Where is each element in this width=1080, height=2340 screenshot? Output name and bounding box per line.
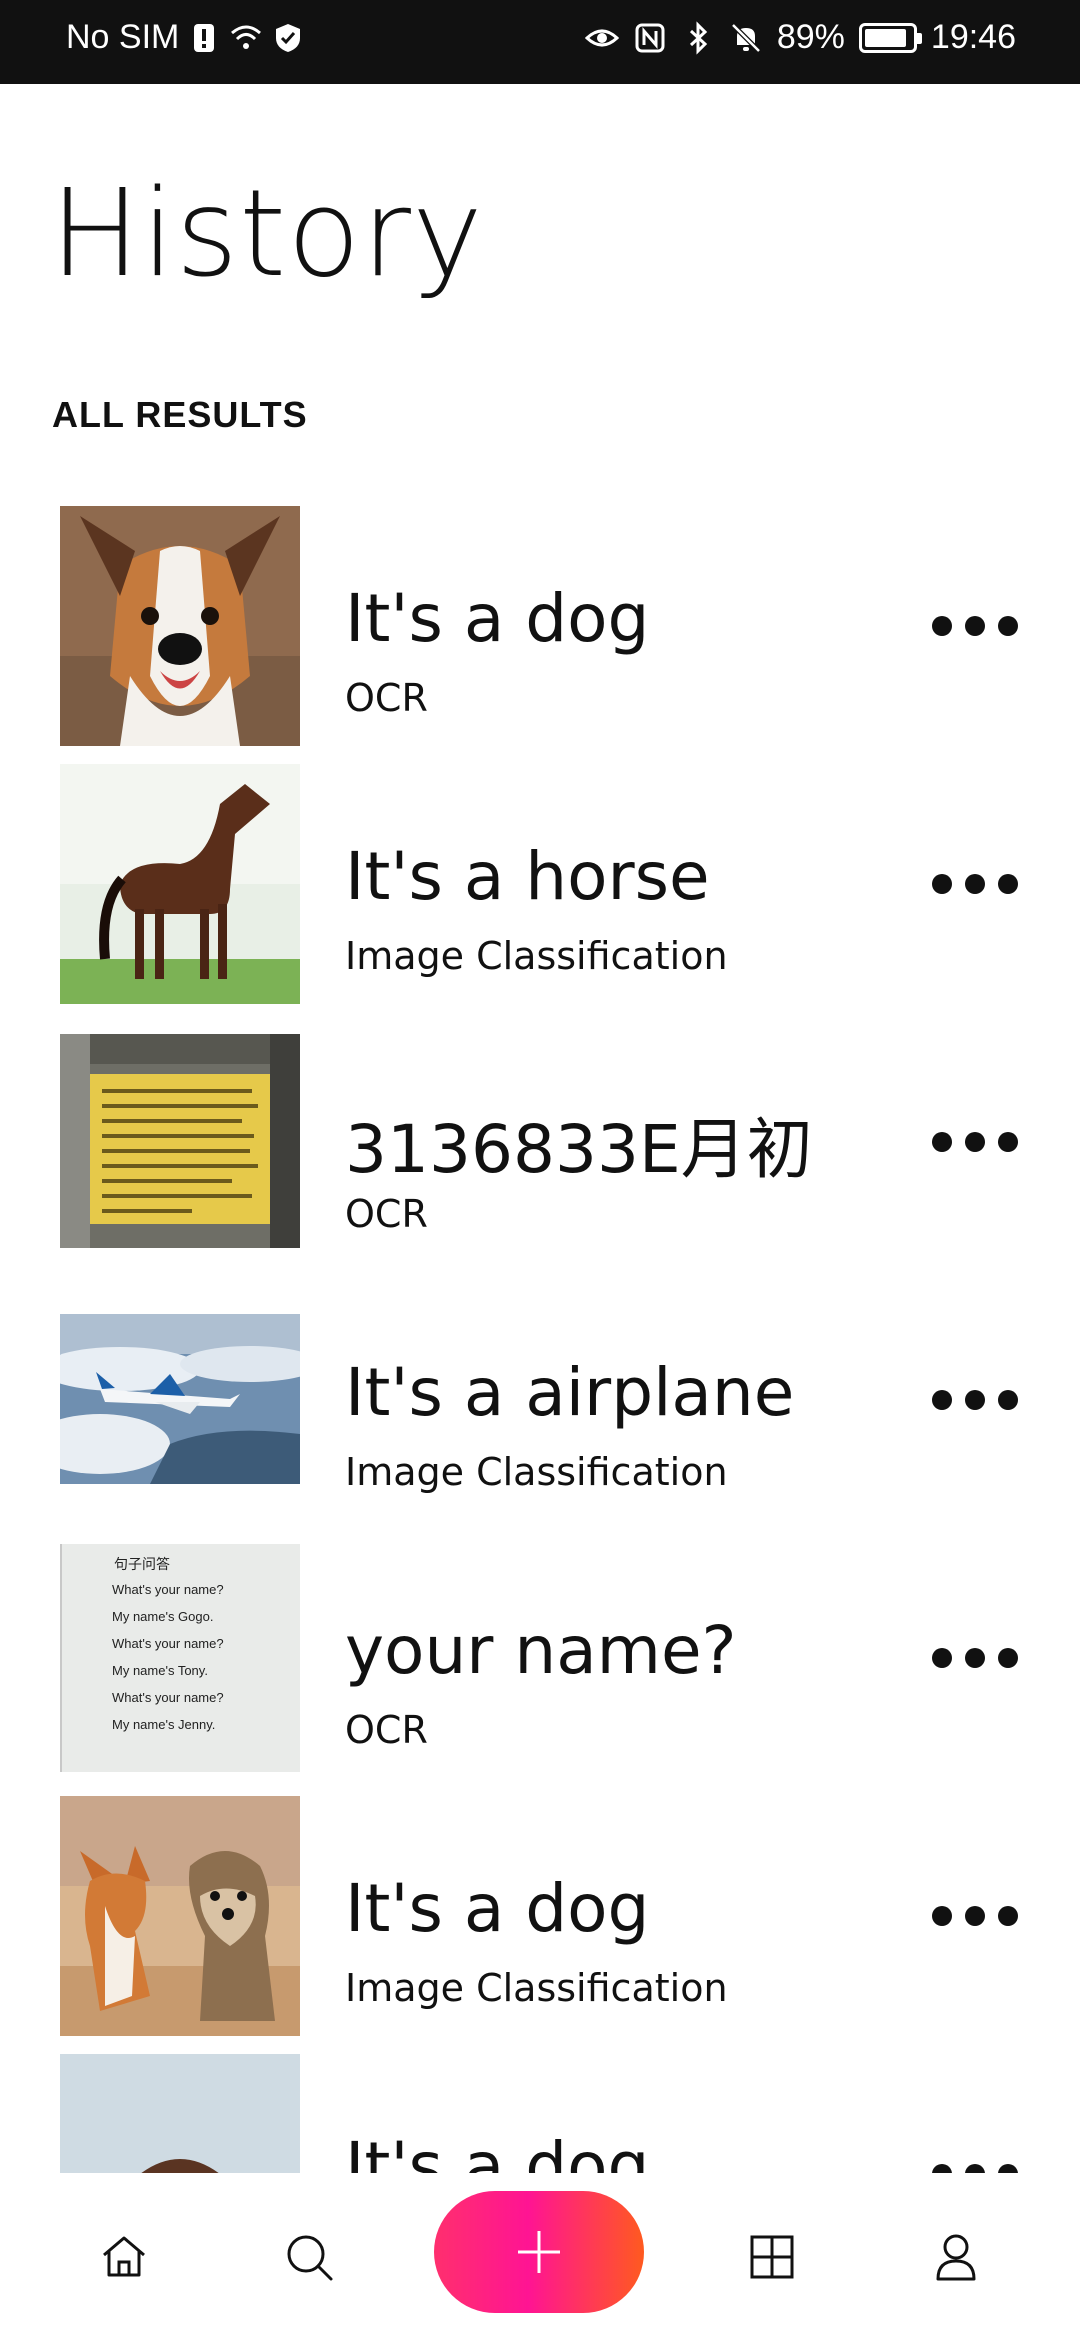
result-item[interactable]: It's a dog OCR — [0, 500, 1080, 758]
dot — [998, 1906, 1018, 1926]
battery-percent: 89% — [776, 18, 845, 56]
add-icon — [518, 2231, 560, 2273]
result-item[interactable]: It's a airplane Image Classification — [0, 1274, 1080, 1532]
page-title: History — [50, 165, 484, 304]
result-item[interactable]: It's a dog — [0, 2048, 1080, 2173]
result-item[interactable]: 3136833E月初 OCR — [0, 1016, 1080, 1274]
thumb-text-line: 句子问答 — [114, 1556, 170, 1572]
dot — [932, 1906, 952, 1926]
result-title: It's a dog — [345, 2128, 650, 2173]
shield-icon — [271, 21, 305, 55]
result-thumbnail — [60, 1796, 300, 2036]
result-title: It's a airplane — [345, 1354, 795, 1431]
more-options-button[interactable] — [932, 1122, 1018, 1162]
results-list[interactable]: It's a dog OCR It's a horse Image Classi… — [0, 500, 1080, 2173]
nav-grid[interactable] — [736, 2221, 808, 2293]
home-icon — [103, 2236, 145, 2277]
dot — [965, 1648, 985, 1668]
dot — [965, 1390, 985, 1410]
result-item[interactable]: 句子问答 What's your name? My name's Gogo. W… — [0, 1532, 1080, 1790]
dot — [965, 1132, 985, 1152]
result-title: It's a dog — [345, 1870, 650, 1947]
grid-icon — [750, 2235, 794, 2279]
result-type: OCR — [345, 1192, 428, 1236]
result-type: OCR — [345, 1708, 428, 1752]
dot — [998, 616, 1018, 636]
dot — [998, 1648, 1018, 1668]
thumb-text-line: What's your name? — [112, 1582, 224, 1597]
dot — [998, 1390, 1018, 1410]
dot — [932, 1648, 952, 1668]
result-thumbnail — [60, 1034, 300, 1248]
mute-bell-icon — [729, 21, 763, 55]
bottom-nav — [0, 2173, 1080, 2340]
wifi-icon — [229, 21, 263, 55]
dot — [998, 2164, 1018, 2173]
thumb-text-line: What's your name? — [112, 1636, 224, 1651]
result-title: It's a dog — [345, 580, 650, 657]
result-thumbnail — [60, 764, 300, 1004]
dot — [998, 874, 1018, 894]
nav-home[interactable] — [88, 2221, 160, 2293]
more-options-button[interactable] — [932, 1896, 1018, 1936]
status-left: No SIM — [66, 18, 305, 57]
battery-fill — [864, 28, 906, 47]
carrier-label: No SIM — [66, 18, 180, 56]
thumb-text-line: My name's Gogo. — [112, 1609, 214, 1624]
more-options-button[interactable] — [932, 2154, 1018, 2173]
result-title: your name? — [345, 1612, 737, 1689]
result-type: OCR — [345, 676, 428, 720]
dot — [965, 616, 985, 636]
nfc-icon — [633, 21, 667, 55]
result-thumbnail — [60, 506, 300, 746]
dot — [998, 1132, 1018, 1152]
more-options-button[interactable] — [932, 1380, 1018, 1420]
result-item[interactable]: It's a horse Image Classification — [0, 758, 1080, 1016]
status-bar: No SIM 89% 19:46 — [0, 0, 1080, 84]
dot — [932, 874, 952, 894]
more-options-button[interactable] — [932, 864, 1018, 904]
dot — [932, 1390, 952, 1410]
sim-alert-icon — [187, 21, 221, 55]
dot — [932, 1132, 952, 1152]
thumb-text-line: My name's Jenny. — [112, 1717, 216, 1732]
dot — [965, 874, 985, 894]
eye-icon — [584, 21, 619, 55]
battery-icon — [858, 22, 922, 53]
nav-search[interactable] — [273, 2221, 345, 2293]
result-type: Image Classification — [345, 934, 728, 978]
bluetooth-icon — [681, 20, 715, 55]
clock: 19:46 — [930, 18, 1016, 56]
profile-icon — [936, 2234, 976, 2281]
result-type: Image Classification — [345, 1450, 728, 1494]
dot — [965, 1906, 985, 1926]
add-button[interactable] — [434, 2191, 644, 2313]
section-label: ALL RESULTS — [52, 394, 308, 435]
result-thumbnail — [60, 1314, 300, 1484]
dot — [932, 616, 952, 636]
result-thumbnail: 句子问答 What's your name? My name's Gogo. W… — [60, 1544, 300, 1772]
status-right: 89% 19:46 — [584, 18, 1016, 57]
thumb-text-line: What's your name? — [112, 1690, 224, 1705]
result-title: 3136833E月初 — [345, 1111, 813, 1188]
search-icon — [287, 2235, 333, 2281]
result-item[interactable]: It's a dog Image Classification — [0, 1790, 1080, 2048]
more-options-button[interactable] — [932, 1638, 1018, 1678]
more-options-button[interactable] — [932, 606, 1018, 646]
dot — [932, 2164, 952, 2173]
nav-profile[interactable] — [920, 2221, 992, 2293]
thumb-text-line: My name's Tony. — [112, 1663, 208, 1678]
result-title: It's a horse — [345, 838, 710, 915]
result-type: Image Classification — [345, 1966, 728, 2010]
dot — [965, 2164, 985, 2173]
result-thumbnail — [60, 2054, 300, 2173]
